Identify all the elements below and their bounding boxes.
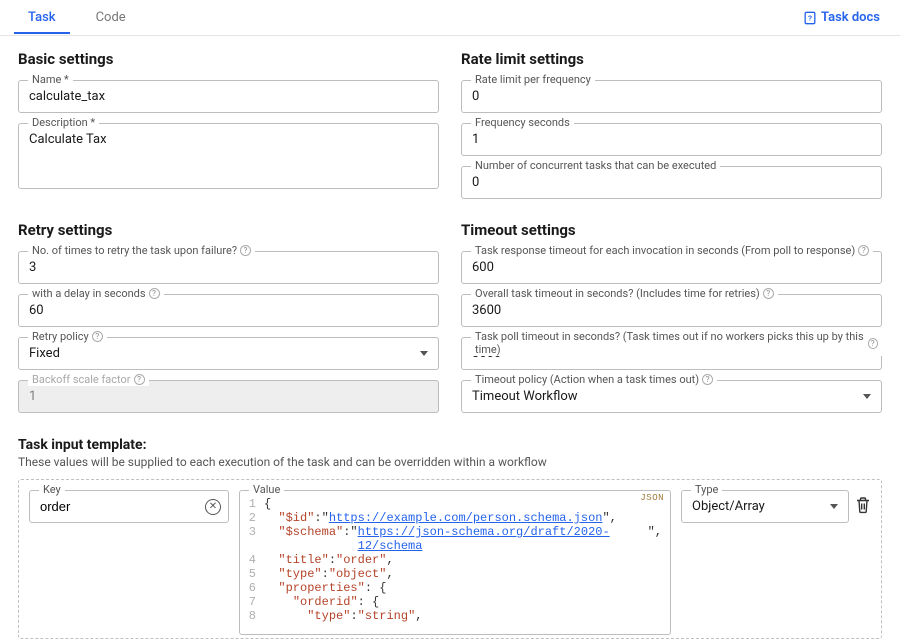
description-input[interactable]: Calculate Tax	[18, 123, 439, 189]
chevron-down-icon	[420, 351, 428, 356]
help-icon[interactable]	[240, 245, 251, 256]
chevron-down-icon	[830, 504, 838, 509]
timeout-settings-title: Timeout settings	[461, 221, 882, 239]
svg-text:?: ?	[808, 15, 812, 22]
retry-count-label: No. of times to retry the task upon fail…	[28, 244, 255, 257]
template-subtitle: These values will be supplied to each ex…	[18, 455, 882, 469]
help-icon[interactable]	[92, 331, 103, 342]
help-icon[interactable]	[868, 338, 878, 349]
rate-limit-title: Rate limit settings	[461, 50, 882, 68]
template-row: Key ✕ Value JSON 1{ 2 "$id": "https://ex…	[18, 479, 882, 639]
rlpf-label: Rate limit per frequency	[471, 73, 595, 86]
help-doc-icon: ?	[803, 11, 817, 25]
timeout-policy-label: Timeout policy (Action when a task times…	[471, 373, 717, 386]
name-input[interactable]	[18, 80, 439, 113]
description-label: Description *	[28, 116, 99, 129]
timeout-policy-value: Timeout Workflow	[472, 389, 578, 404]
type-label: Type	[691, 483, 722, 496]
overall-timeout-label: Overall task timeout in seconds? (Includ…	[471, 287, 778, 300]
key-label: Key	[39, 483, 65, 496]
basic-settings-title: Basic settings	[18, 50, 439, 68]
tab-task[interactable]: Task	[8, 2, 76, 33]
clear-key-icon[interactable]: ✕	[205, 499, 221, 515]
poll-timeout-label: Task poll timeout in seconds? (Task time…	[471, 330, 882, 356]
retry-policy-label: Retry policy	[28, 330, 107, 343]
help-icon[interactable]	[763, 288, 774, 299]
help-icon[interactable]	[134, 374, 145, 385]
template-value-editor[interactable]: JSON 1{ 2 "$id": "https://example.com/pe…	[239, 490, 671, 635]
help-icon[interactable]	[702, 374, 713, 385]
retry-settings-title: Retry settings	[18, 221, 439, 239]
retry-policy-value: Fixed	[29, 346, 60, 361]
task-docs-label: Task docs	[821, 10, 880, 25]
concurrent-label: Number of concurrent tasks that can be e…	[471, 159, 720, 172]
name-label: Name *	[28, 73, 73, 86]
help-icon[interactable]	[858, 245, 869, 256]
template-type-value: Object/Array	[692, 499, 765, 514]
task-docs-link[interactable]: ? Task docs	[803, 10, 892, 25]
backoff-label: Backoff scale factor	[28, 373, 149, 386]
resp-timeout-label: Task response timeout for each invocatio…	[471, 244, 873, 257]
retry-delay-label: with a delay in seconds	[28, 287, 164, 300]
template-title: Task input template:	[18, 437, 882, 453]
value-label: Value	[249, 483, 284, 496]
help-icon[interactable]	[149, 288, 160, 299]
tab-code[interactable]: Code	[76, 2, 146, 33]
freq-label: Frequency seconds	[471, 116, 574, 129]
chevron-down-icon	[863, 394, 871, 399]
json-badge: JSON	[640, 493, 664, 503]
delete-row-icon[interactable]	[855, 496, 871, 514]
